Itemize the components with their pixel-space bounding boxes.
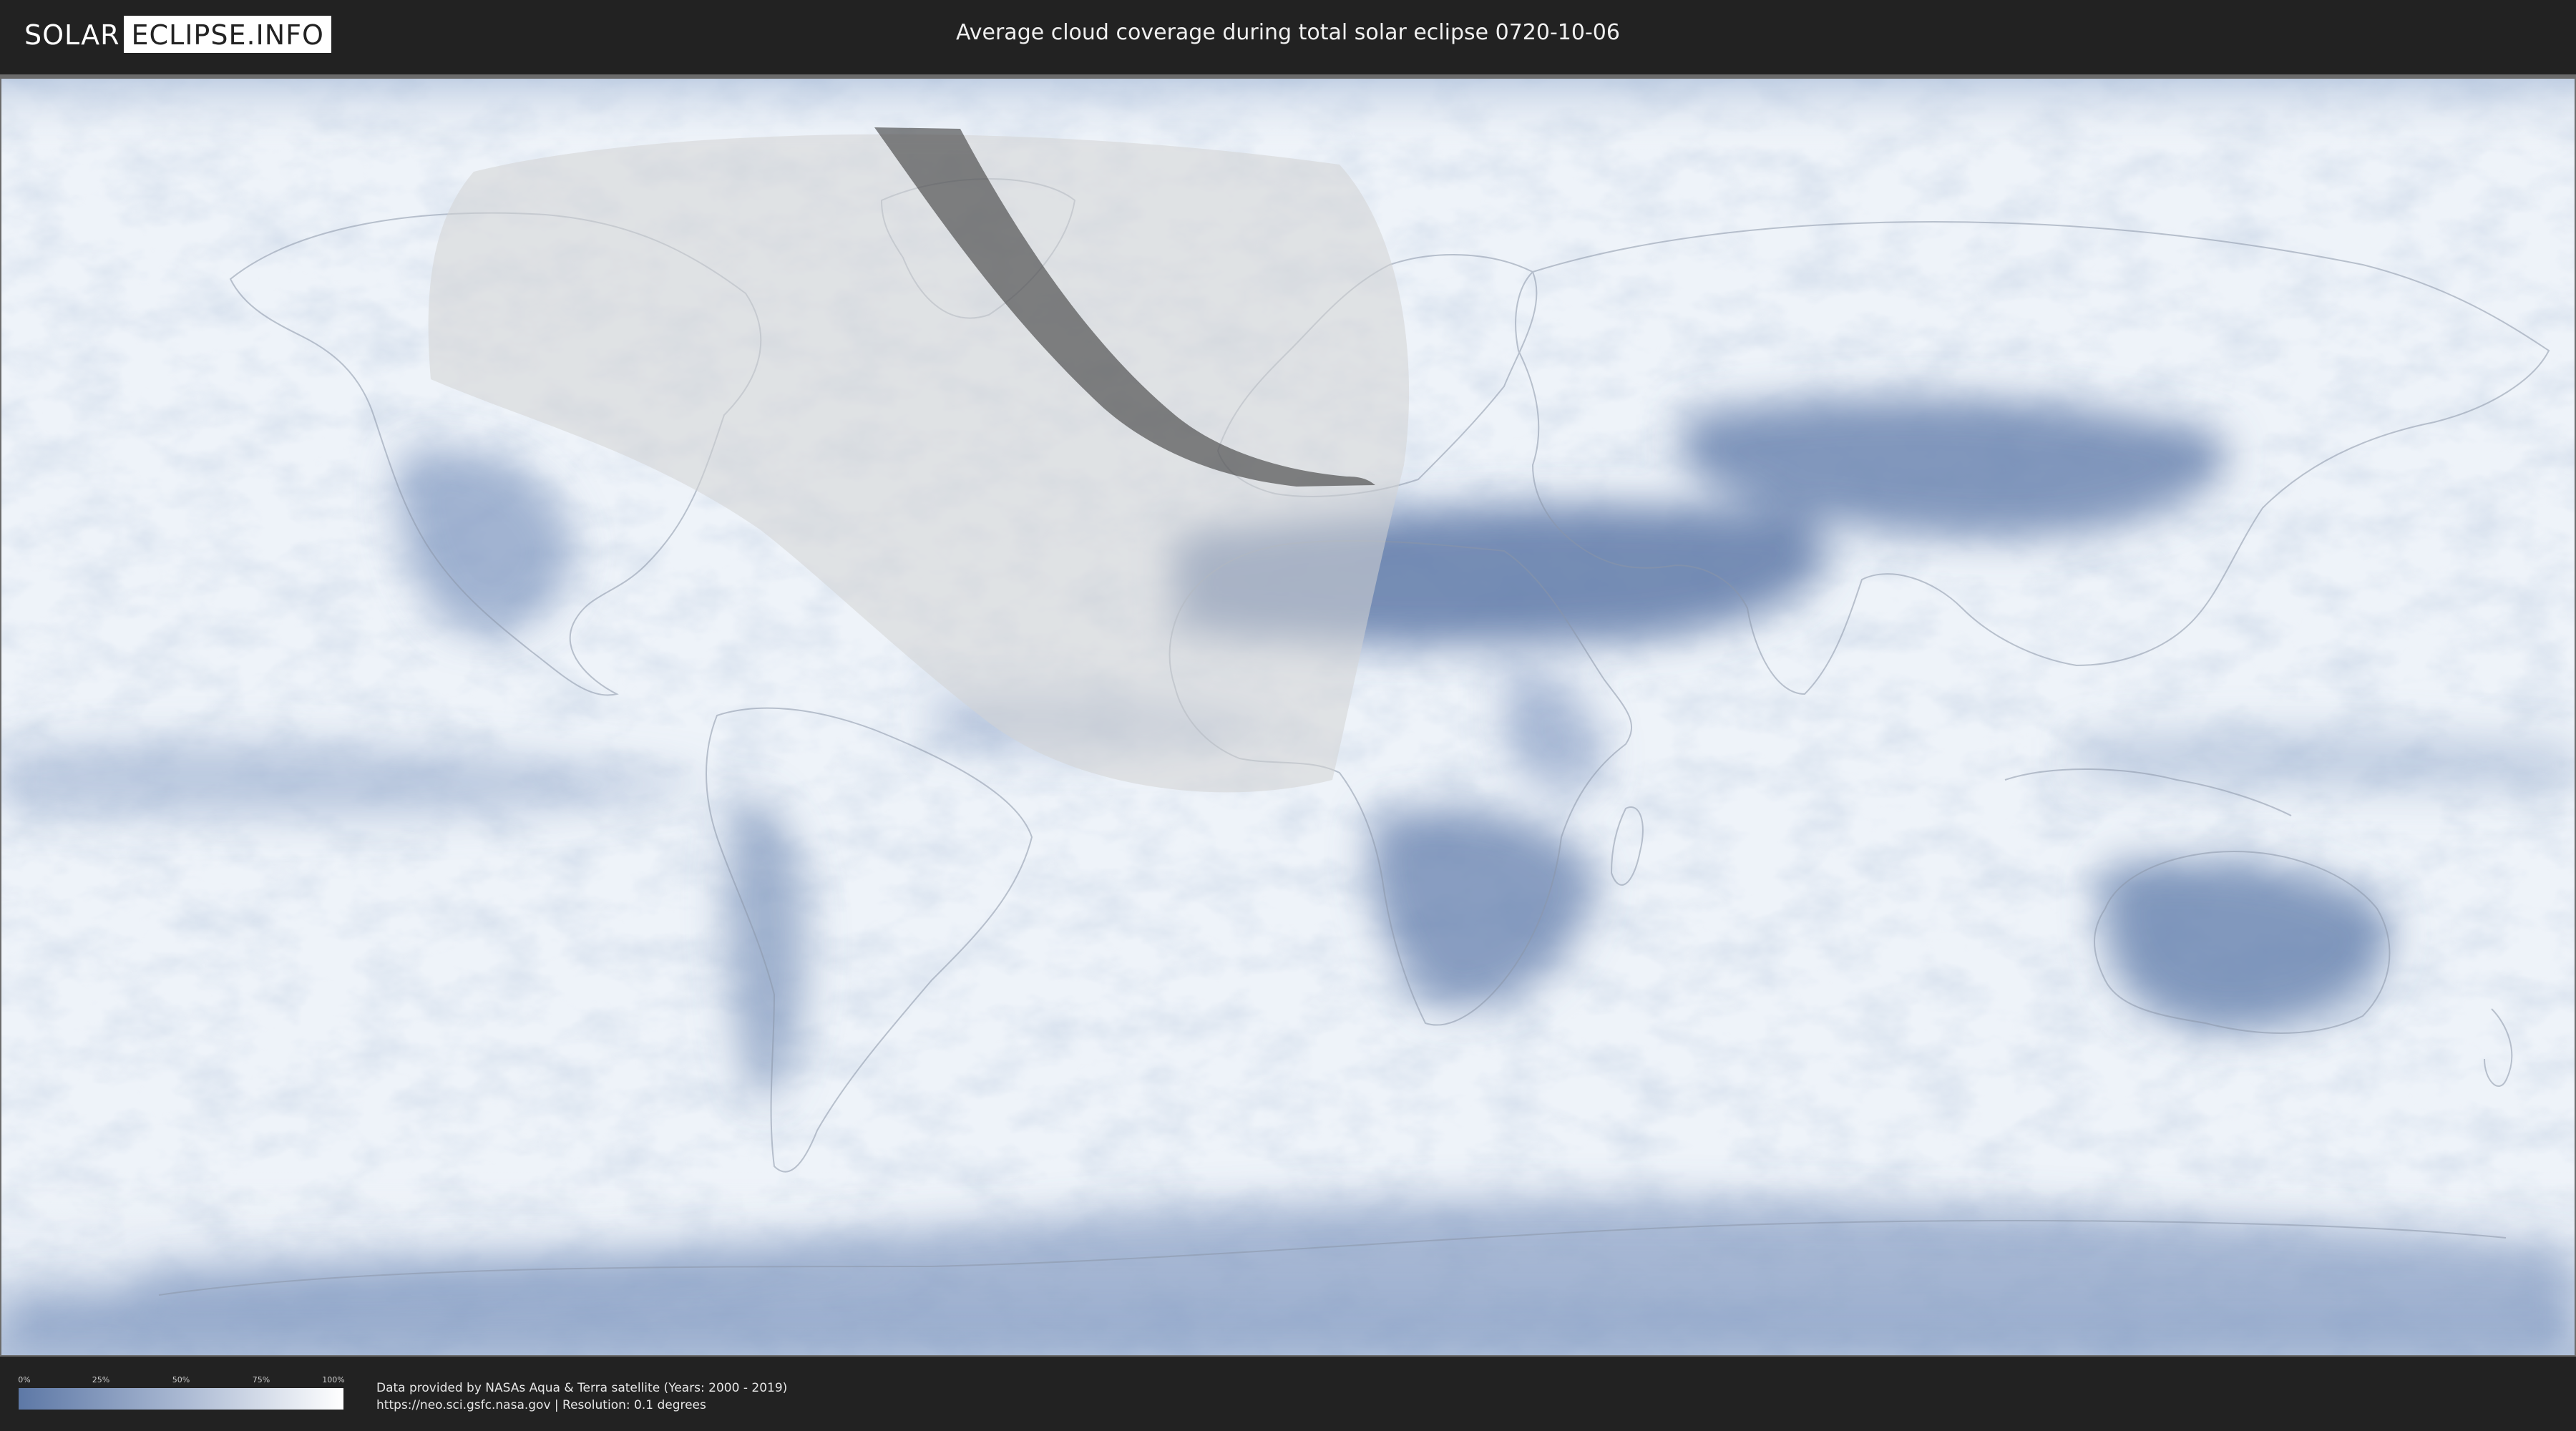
data-credits: Data provided by NASAs Aqua & Terra sate… [376,1379,787,1414]
credits-source-line: Data provided by NASAs Aqua & Terra sate… [376,1381,788,1395]
legend-color-bar [19,1388,343,1410]
legend-tick-25: 25% [92,1375,110,1384]
cloud-coverage-map [1,79,2575,1355]
legend-tick-50: 50% [172,1375,190,1384]
map-frame [0,74,2576,1357]
page-title: Average cloud coverage during total sola… [956,20,1620,45]
legend-tick-0: 0% [18,1375,31,1384]
legend-tick-100: 100% [322,1375,345,1384]
legend-tick-75: 75% [252,1375,270,1384]
header-bar: SOLAR ECLIPSE.INFO Average cloud coverag… [0,0,2576,72]
credits-url-line[interactable]: https://neo.sci.gsfc.nasa.gov | Resoluti… [376,1397,787,1414]
page: SOLAR ECLIPSE.INFO Average cloud coverag… [0,0,2576,1431]
